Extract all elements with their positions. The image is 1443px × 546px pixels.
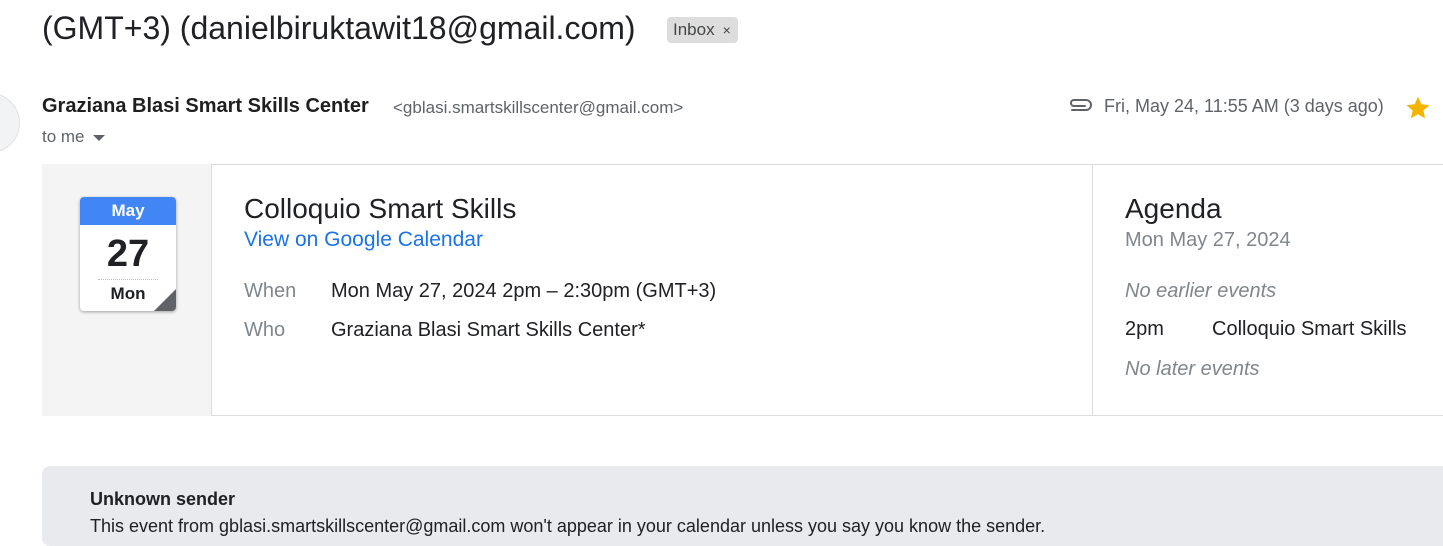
view-on-google-calendar-link[interactable]: View on Google Calendar	[244, 228, 483, 252]
who-label: Who	[244, 319, 286, 341]
recipient-label: to me	[42, 127, 85, 146]
calendar-date-icon: May 27 Mon	[80, 197, 176, 311]
when-value: Mon May 27, 2024 2pm – 2:30pm (GMT+3)	[331, 280, 717, 302]
sender-email: <gblasi.smartskillscenter@gmail.com>	[393, 98, 684, 117]
message-date: Fri, May 24, 11:55 AM (3 days ago)	[1104, 96, 1384, 116]
label-chip-text: Inbox	[673, 20, 715, 39]
agenda-title: Agenda	[1125, 193, 1222, 224]
remove-label-icon[interactable]: ×	[723, 17, 731, 43]
calendar-day: 27	[106, 233, 150, 275]
event-title: Colloquio Smart Skills	[244, 193, 517, 224]
who-value: Graziana Blasi Smart Skills Center*	[331, 319, 646, 341]
warning-title: Unknown sender	[90, 489, 236, 509]
agenda-no-earlier: No earlier events	[1125, 280, 1277, 302]
star-icon[interactable]	[1404, 94, 1432, 122]
card-divider	[1092, 164, 1093, 416]
page-fold-icon	[154, 289, 176, 311]
agenda-no-later: No later events	[1125, 358, 1260, 380]
calendar-month: May	[80, 197, 176, 225]
agenda-event-title[interactable]: Colloquio Smart Skills	[1212, 318, 1407, 341]
chevron-down-icon	[92, 135, 105, 141]
paperclip-icon	[1070, 99, 1092, 111]
avatar	[0, 93, 20, 153]
warning-text: This event from gblasi.smartskillscenter…	[90, 516, 1046, 536]
agenda-date: Mon May 27, 2024	[1125, 229, 1291, 251]
when-label: When	[244, 280, 297, 302]
calendar-divider	[98, 279, 158, 280]
label-chip-inbox[interactable]: Inbox ×	[667, 17, 738, 43]
recipient-details-toggle[interactable]: to me	[42, 127, 105, 147]
email-subject: (GMT+3) (danielbiruktawit18@gmail.com)	[42, 10, 636, 46]
agenda-event-time: 2pm	[1125, 318, 1164, 340]
sender-name: Graziana Blasi Smart Skills Center	[42, 95, 369, 117]
